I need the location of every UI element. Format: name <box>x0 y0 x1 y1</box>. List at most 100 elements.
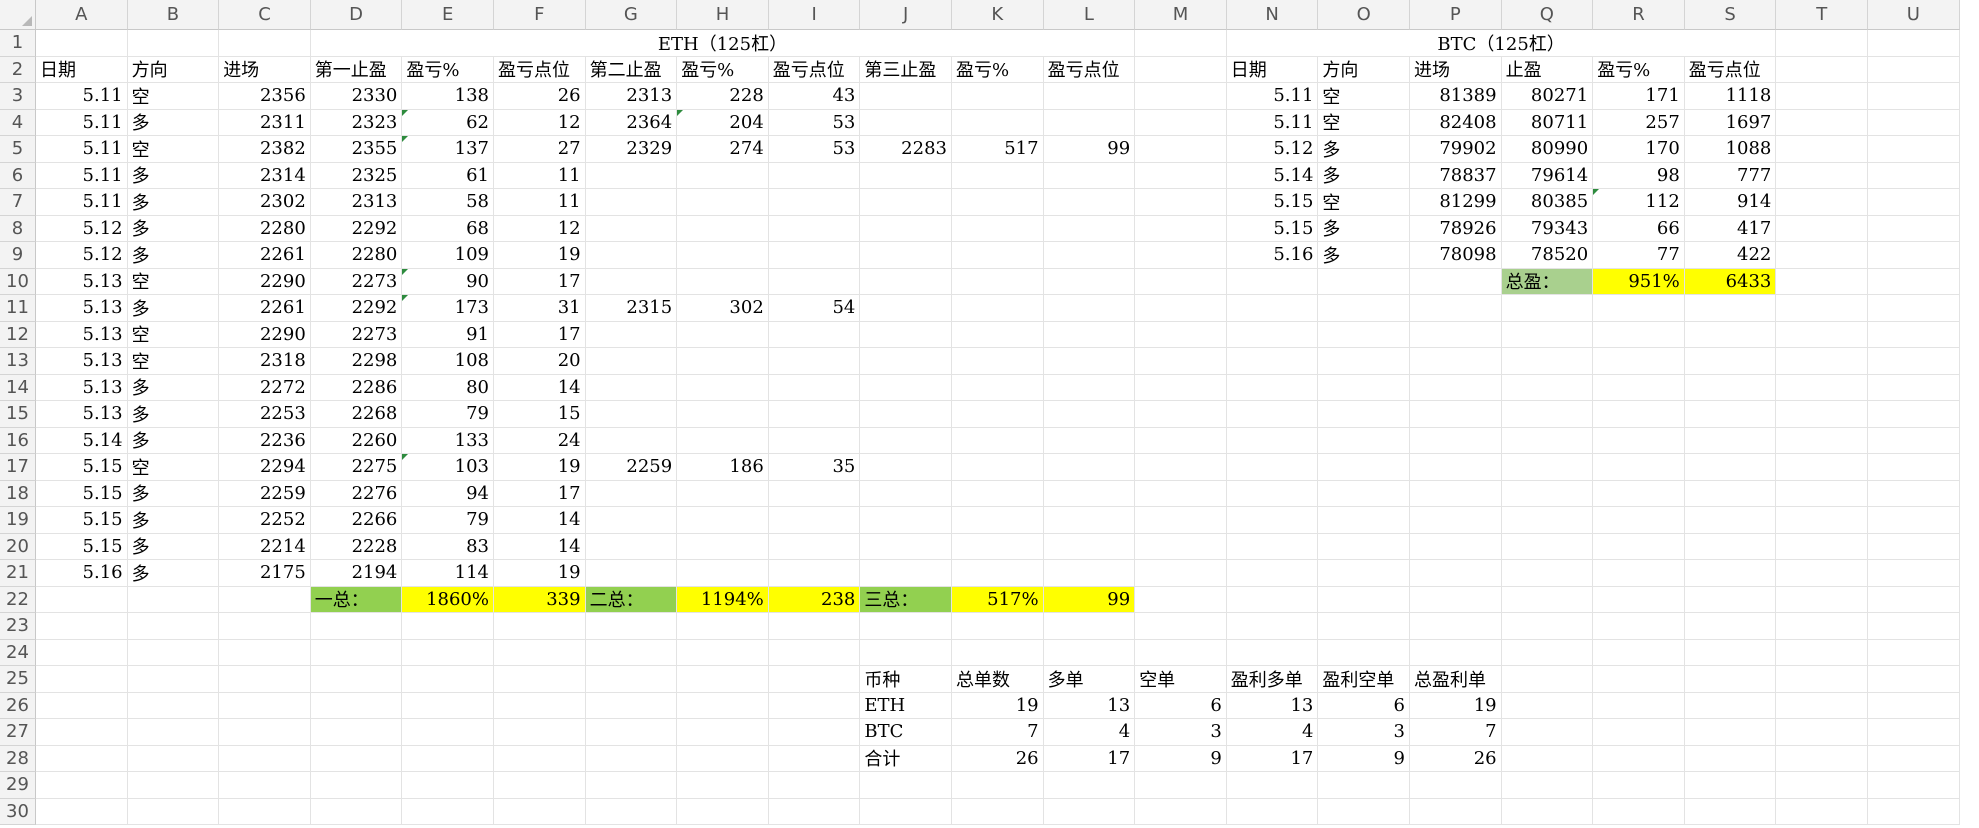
cell-m1[interactable] <box>1135 30 1227 57</box>
cell-e21[interactable]: 114 <box>402 560 494 587</box>
cell-k5[interactable]: 517 <box>952 136 1044 163</box>
cell-j21[interactable] <box>860 560 952 587</box>
cell-a28[interactable] <box>36 745 128 772</box>
cell-o7[interactable]: 空 <box>1318 189 1410 216</box>
cell-a27[interactable] <box>36 719 128 746</box>
error-indicator-icon[interactable] <box>402 109 409 116</box>
cell-j30[interactable] <box>860 798 952 825</box>
cell-k14[interactable] <box>952 374 1044 401</box>
cell-l21[interactable] <box>1043 560 1136 587</box>
cell-r9[interactable]: 77 <box>1593 242 1685 269</box>
cell-t7[interactable] <box>1776 189 1868 216</box>
cell-j24[interactable] <box>860 639 952 666</box>
error-indicator-icon[interactable] <box>402 268 409 275</box>
cell-k4[interactable] <box>952 109 1044 136</box>
cell-s30[interactable] <box>1684 798 1777 825</box>
cell-l19[interactable] <box>1043 507 1136 534</box>
cell-a22[interactable] <box>36 586 128 613</box>
cell-o13[interactable] <box>1318 348 1410 375</box>
cell-c4[interactable]: 2311 <box>219 109 311 136</box>
cell-p30[interactable] <box>1410 798 1502 825</box>
cell-k2[interactable]: 盈亏% <box>952 56 1044 83</box>
cell-q22[interactable] <box>1501 586 1594 613</box>
cell-q20[interactable] <box>1501 533 1594 560</box>
cell-e29[interactable] <box>402 772 494 799</box>
cell-l3[interactable] <box>1043 83 1136 110</box>
cell-a26[interactable] <box>36 692 128 719</box>
cell-t17[interactable] <box>1776 454 1868 481</box>
cell-n24[interactable] <box>1226 639 1319 666</box>
cell-q11[interactable] <box>1501 295 1594 322</box>
cell-u11[interactable] <box>1868 295 1960 322</box>
cell-d13[interactable]: 2298 <box>310 348 403 375</box>
cell-a4[interactable]: 5.11 <box>36 109 128 136</box>
cell-u30[interactable] <box>1868 798 1960 825</box>
cell-e22-highlight[interactable]: 1860% <box>402 586 494 613</box>
cell-s15[interactable] <box>1684 401 1777 428</box>
cell-p5[interactable]: 79902 <box>1410 136 1502 163</box>
cell-b28[interactable] <box>127 745 220 772</box>
cell-u2[interactable] <box>1868 56 1960 83</box>
cell-n20[interactable] <box>1226 533 1319 560</box>
row-header-8[interactable]: 8 <box>0 215 36 242</box>
cell-o9[interactable]: 多 <box>1318 242 1410 269</box>
cell-k28[interactable]: 26 <box>952 745 1044 772</box>
cell-q3[interactable]: 80271 <box>1501 83 1594 110</box>
cell-d17[interactable]: 2275 <box>310 454 403 481</box>
column-header-p[interactable]: P <box>1410 0 1502 30</box>
cell-l14[interactable] <box>1043 374 1136 401</box>
cell-a21[interactable]: 5.16 <box>36 560 128 587</box>
cell-m25[interactable]: 空单 <box>1135 666 1227 693</box>
cell-u21[interactable] <box>1868 560 1960 587</box>
row-header-27[interactable]: 27 <box>0 719 36 746</box>
cell-g4[interactable]: 2364 <box>585 109 678 136</box>
cell-f13[interactable]: 20 <box>494 348 586 375</box>
cell-m3[interactable] <box>1135 83 1227 110</box>
cell-p11[interactable] <box>1410 295 1502 322</box>
cell-r20[interactable] <box>1593 533 1685 560</box>
cell-f24[interactable] <box>494 639 586 666</box>
cell-g13[interactable] <box>585 348 678 375</box>
cell-i14[interactable] <box>768 374 861 401</box>
cell-g24[interactable] <box>585 639 678 666</box>
cell-b21[interactable]: 多 <box>127 560 220 587</box>
cell-m21[interactable] <box>1135 560 1227 587</box>
cell-o30[interactable] <box>1318 798 1410 825</box>
cell-n21[interactable] <box>1226 560 1319 587</box>
cell-m30[interactable] <box>1135 798 1227 825</box>
cell-h7[interactable] <box>677 189 769 216</box>
cell-q25[interactable] <box>1501 666 1594 693</box>
cell-n27[interactable]: 4 <box>1226 719 1319 746</box>
row-header-3[interactable]: 3 <box>0 83 36 110</box>
cell-n10[interactable] <box>1226 268 1319 295</box>
cell-u20[interactable] <box>1868 533 1960 560</box>
cell-h24[interactable] <box>677 639 769 666</box>
cell-d7[interactable]: 2313 <box>310 189 403 216</box>
cell-c26[interactable] <box>219 692 311 719</box>
cell-i6[interactable] <box>768 162 861 189</box>
cell-h17[interactable]: 186 <box>677 454 769 481</box>
cell-u3[interactable] <box>1868 83 1960 110</box>
cell-h18[interactable] <box>677 480 769 507</box>
cell-c21[interactable]: 2175 <box>219 560 311 587</box>
cell-e15[interactable]: 79 <box>402 401 494 428</box>
cell-e10[interactable]: 90 <box>402 268 494 295</box>
cell-r18[interactable] <box>1593 480 1685 507</box>
cell-p6[interactable]: 78837 <box>1410 162 1502 189</box>
cell-l28[interactable]: 17 <box>1043 745 1136 772</box>
cell-f26[interactable] <box>494 692 586 719</box>
cell-k23[interactable] <box>952 613 1044 640</box>
cell-m11[interactable] <box>1135 295 1227 322</box>
cell-t21[interactable] <box>1776 560 1868 587</box>
cell-e27[interactable] <box>402 719 494 746</box>
cell-j15[interactable] <box>860 401 952 428</box>
cell-f2[interactable]: 盈亏点位 <box>494 56 586 83</box>
column-header-j[interactable]: J <box>860 0 952 30</box>
cell-j8[interactable] <box>860 215 952 242</box>
cell-o20[interactable] <box>1318 533 1410 560</box>
cell-a23[interactable] <box>36 613 128 640</box>
cell-o3[interactable]: 空 <box>1318 83 1410 110</box>
cell-l4[interactable] <box>1043 109 1136 136</box>
cell-t28[interactable] <box>1776 745 1868 772</box>
cell-f14[interactable]: 14 <box>494 374 586 401</box>
